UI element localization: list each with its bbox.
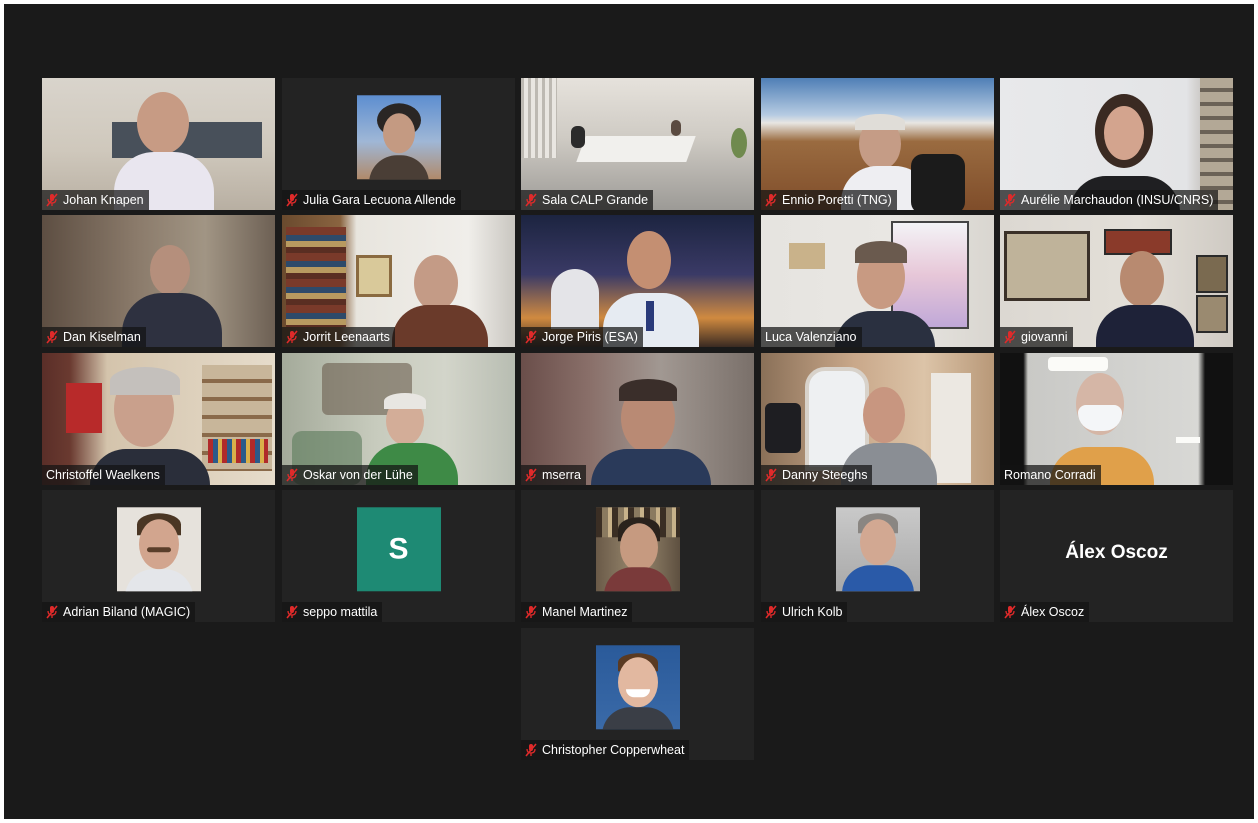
participant-tile[interactable]: Dan Kiselman [42, 215, 275, 347]
participant-tile[interactable]: mserra [521, 353, 754, 485]
participant-name-label: Romano Corradi [1000, 465, 1101, 485]
participant-tile[interactable]: S seppo mattila [282, 490, 515, 622]
video-gallery: Johan Knapen Julia Gara Lecuona Allende … [4, 4, 1254, 819]
participant-name: Julia Gara Lecuona Allende [303, 193, 456, 207]
participant-name: Aurélie Marchaudon (INSU/CNRS) [1021, 193, 1214, 207]
participant-display-name: Álex Oscoz [1065, 542, 1168, 563]
participant-name-label: seppo mattila [282, 602, 383, 622]
muted-mic-icon [765, 468, 777, 482]
participant-name: Álex Oscoz [1021, 605, 1085, 619]
participant-tile[interactable]: Jorge Piris (ESA) [521, 215, 754, 347]
participant-tile[interactable]: Manel Martinez [521, 490, 754, 622]
participant-name-label: Álex Oscoz [1000, 602, 1090, 622]
muted-mic-icon [1004, 605, 1016, 619]
participant-name: Oskar von der Lühe [303, 468, 413, 482]
participant-name-label: Jorge Piris (ESA) [521, 327, 643, 347]
participant-tile[interactable]: Christoffel Waelkens [42, 353, 275, 485]
participant-name-label: Sala CALP Grande [521, 190, 654, 210]
participant-name: giovanni [1021, 330, 1068, 344]
muted-mic-icon [765, 193, 777, 207]
participant-name: seppo mattila [303, 605, 378, 619]
participant-name: Adrian Biland (MAGIC) [63, 605, 191, 619]
participant-name-label: Luca Valenziano [761, 327, 862, 347]
muted-mic-icon [1004, 330, 1016, 344]
muted-mic-icon [286, 468, 298, 482]
participant-name: Danny Steeghs [782, 468, 868, 482]
participant-tile-active-speaker[interactable]: Luca Valenziano [761, 215, 994, 347]
participant-name-label: Ennio Poretti (TNG) [761, 190, 897, 210]
participant-name-label: Ulrich Kolb [761, 602, 848, 622]
participant-tile[interactable]: Oskar von der Lühe [282, 353, 515, 485]
participant-name-label: Christoffel Waelkens [42, 465, 165, 485]
participant-name-label: Manel Martinez [521, 602, 633, 622]
participant-tile[interactable]: Adrian Biland (MAGIC) [42, 490, 275, 622]
participant-name-label: giovanni [1000, 327, 1073, 347]
participant-tile[interactable]: Christopher Copperwheat [521, 628, 754, 760]
participant-name-label: Johan Knapen [42, 190, 149, 210]
participant-name: Ennio Poretti (TNG) [782, 193, 892, 207]
profile-photo [356, 95, 441, 180]
muted-mic-icon [525, 468, 537, 482]
participant-name: Christoffel Waelkens [46, 468, 160, 482]
participant-tile[interactable]: Aurélie Marchaudon (INSU/CNRS) [1000, 78, 1233, 210]
participant-name: Jorrit Leenaarts [303, 330, 390, 344]
muted-mic-icon [46, 193, 58, 207]
profile-photo [116, 507, 201, 592]
profile-photo [835, 507, 920, 592]
participant-tile[interactable]: Ulrich Kolb [761, 490, 994, 622]
participant-name-label: Dan Kiselman [42, 327, 146, 347]
profile-photo [595, 645, 680, 730]
participant-tile[interactable]: Romano Corradi [1000, 353, 1233, 485]
letter-avatar: S [356, 507, 441, 592]
muted-mic-icon [525, 330, 537, 344]
participant-tile[interactable]: Ennio Poretti (TNG) [761, 78, 994, 210]
muted-mic-icon [525, 605, 537, 619]
participant-name: Sala CALP Grande [542, 193, 649, 207]
participant-name-label: Oskar von der Lühe [282, 465, 418, 485]
participant-tile[interactable]: Julia Gara Lecuona Allende [282, 78, 515, 210]
participant-tile[interactable]: giovanni [1000, 215, 1233, 347]
participant-name: Dan Kiselman [63, 330, 141, 344]
participant-name-label: Adrian Biland (MAGIC) [42, 602, 196, 622]
participant-name-label: mserra [521, 465, 586, 485]
participant-name: mserra [542, 468, 581, 482]
participant-tile[interactable]: Jorrit Leenaarts [282, 215, 515, 347]
participant-name-label: Aurélie Marchaudon (INSU/CNRS) [1000, 190, 1219, 210]
participant-name: Ulrich Kolb [782, 605, 843, 619]
participant-tile[interactable]: Álex Oscoz Álex Oscoz [1000, 490, 1233, 622]
participant-tile[interactable]: Sala CALP Grande [521, 78, 754, 210]
muted-mic-icon [46, 330, 58, 344]
muted-mic-icon [286, 193, 298, 207]
participant-name: Luca Valenziano [765, 330, 857, 344]
participant-tile[interactable]: Danny Steeghs [761, 353, 994, 485]
participant-name: Jorge Piris (ESA) [542, 330, 638, 344]
profile-photo [595, 507, 680, 592]
participant-name-label: Julia Gara Lecuona Allende [282, 190, 461, 210]
muted-mic-icon [286, 605, 298, 619]
muted-mic-icon [1004, 193, 1016, 207]
participant-name-label: Danny Steeghs [761, 465, 873, 485]
participant-name: Manel Martinez [542, 605, 628, 619]
muted-mic-icon [765, 605, 777, 619]
muted-mic-icon [286, 330, 298, 344]
muted-mic-icon [525, 743, 537, 757]
participant-name: Romano Corradi [1004, 468, 1096, 482]
participant-name-label: Christopher Copperwheat [521, 740, 690, 760]
participant-name: Christopher Copperwheat [542, 743, 685, 757]
participant-name-label: Jorrit Leenaarts [282, 327, 395, 347]
muted-mic-icon [525, 193, 537, 207]
participant-name: Johan Knapen [63, 193, 144, 207]
participant-tile[interactable]: Johan Knapen [42, 78, 275, 210]
muted-mic-icon [46, 605, 58, 619]
